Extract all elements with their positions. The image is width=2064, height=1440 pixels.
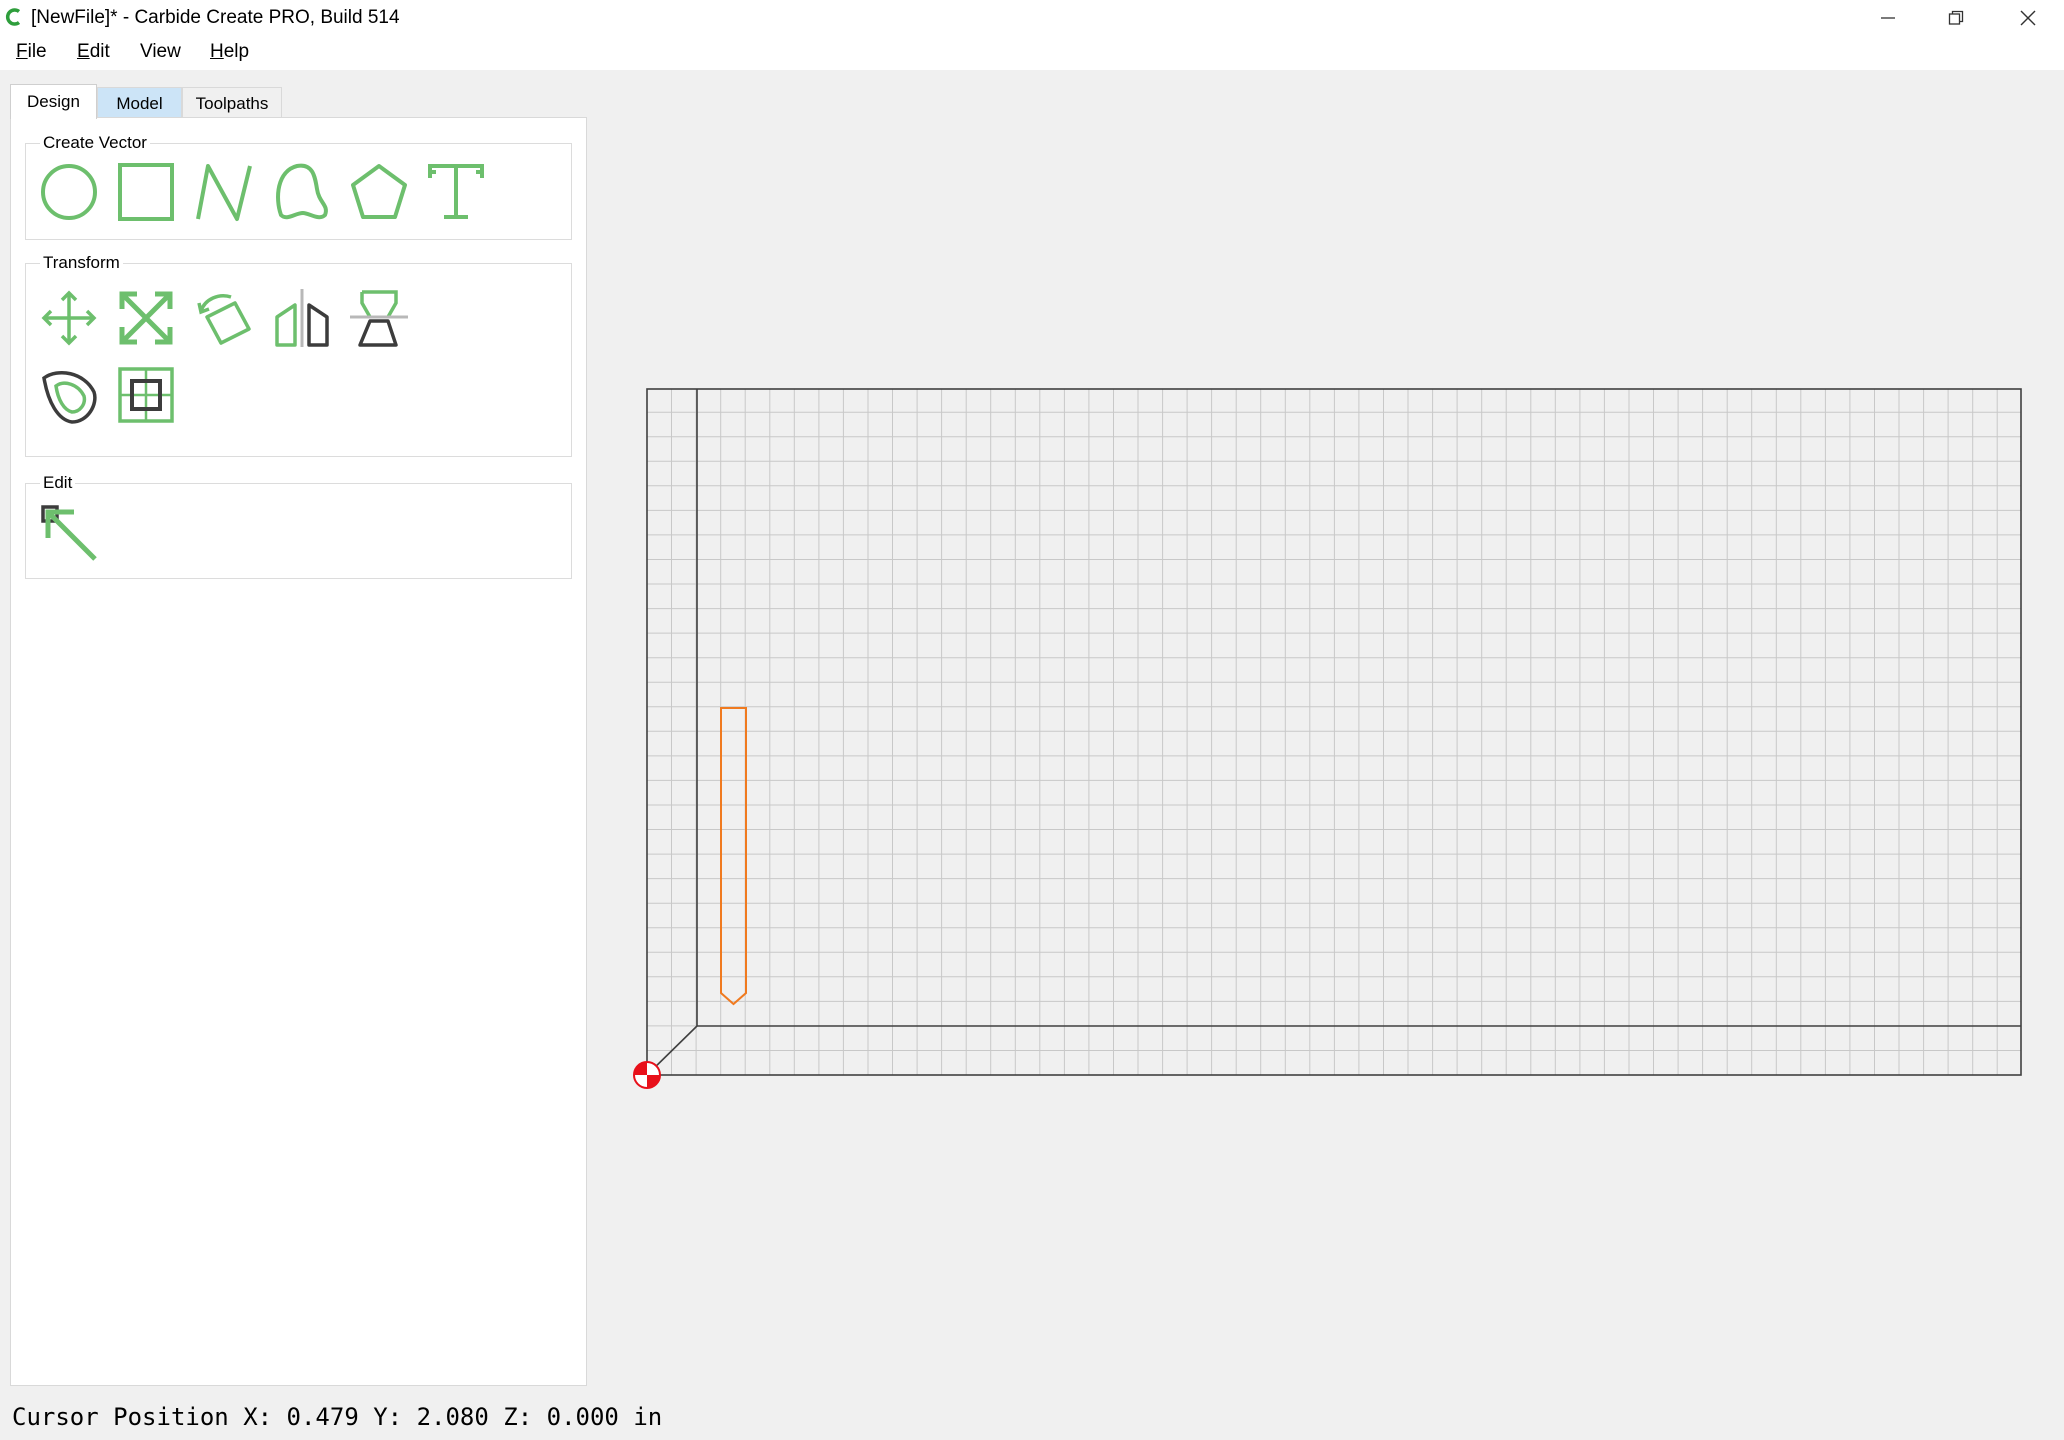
text-tool-button[interactable] bbox=[425, 161, 487, 223]
polyline-tool-button[interactable] bbox=[193, 161, 255, 223]
transform-group: Transform bbox=[25, 252, 572, 457]
grid-lines bbox=[647, 389, 2021, 1075]
status-bar: Cursor Position X: 0.479 Y: 2.080 Z: 0.0… bbox=[0, 1390, 2064, 1440]
menu-help[interactable]: Help bbox=[208, 40, 251, 64]
tab-model[interactable]: Model bbox=[97, 87, 182, 118]
menu-view-label: View bbox=[140, 41, 181, 62]
polygon-tool-icon bbox=[351, 164, 407, 219]
select-tool-button[interactable] bbox=[38, 502, 100, 564]
align-tool-button[interactable] bbox=[348, 287, 410, 349]
scale-icon bbox=[119, 291, 173, 345]
design-canvas[interactable] bbox=[588, 72, 2064, 1390]
mirror-tool-button[interactable] bbox=[271, 287, 333, 349]
menu-file-mnemonic: F bbox=[16, 41, 28, 62]
move-icon bbox=[41, 290, 97, 346]
menu-file-label: ile bbox=[27, 41, 47, 62]
menu-view[interactable]: View bbox=[138, 40, 183, 64]
menu-bar: File Edit View Help bbox=[0, 36, 2064, 70]
menu-help-mnemonic: H bbox=[210, 41, 224, 62]
vector-shape[interactable] bbox=[720, 707, 747, 1006]
menu-edit[interactable]: Edit bbox=[75, 40, 112, 64]
polyline-tool-icon bbox=[196, 164, 252, 221]
node-edit-tool-button[interactable] bbox=[115, 364, 177, 426]
polygon-tool-button[interactable] bbox=[348, 161, 410, 223]
design-panel: Create Vector Transform Edit bbox=[10, 117, 587, 1386]
tab-design[interactable]: Design bbox=[10, 84, 97, 119]
edit-group: Edit bbox=[25, 472, 572, 579]
edit-title: Edit bbox=[40, 472, 76, 494]
restore-icon bbox=[1948, 10, 1964, 25]
carbide-create-logo-icon bbox=[5, 8, 21, 26]
offset-tool-button[interactable] bbox=[38, 364, 100, 426]
restore-button[interactable] bbox=[1922, 0, 1990, 36]
menu-edit-mnemonic: E bbox=[77, 41, 90, 62]
minimize-button[interactable] bbox=[1854, 0, 1922, 36]
curve-tool-button[interactable] bbox=[271, 161, 333, 223]
curve-tool-icon bbox=[276, 163, 328, 220]
rectangle-tool-button[interactable] bbox=[115, 161, 177, 223]
rotate-icon bbox=[197, 294, 251, 345]
rectangle-tool-icon bbox=[118, 163, 174, 221]
design-grid-view[interactable] bbox=[588, 72, 2064, 1390]
move-tool-button[interactable] bbox=[38, 287, 100, 349]
create-vector-title: Create Vector bbox=[40, 132, 150, 154]
mirror-icon bbox=[275, 289, 329, 347]
node-edit-icon bbox=[118, 367, 174, 423]
text-tool-icon bbox=[428, 164, 484, 219]
minimize-icon bbox=[1881, 17, 1895, 19]
title-bar: [NewFile]* - Carbide Create PRO, Build 5… bbox=[0, 0, 2064, 36]
circle-tool-icon bbox=[41, 164, 97, 220]
cursor-position-readout: Cursor Position X: 0.479 Y: 2.080 Z: 0.0… bbox=[12, 1403, 663, 1431]
menu-file[interactable]: File bbox=[14, 40, 49, 64]
rotate-tool-button[interactable] bbox=[193, 287, 255, 349]
tab-toolpaths[interactable]: Toolpaths bbox=[182, 87, 282, 118]
menu-edit-label: dit bbox=[89, 41, 110, 62]
select-icon bbox=[41, 505, 97, 561]
close-icon bbox=[2020, 10, 2036, 26]
close-button[interactable] bbox=[1994, 0, 2062, 36]
window-title: [NewFile]* - Carbide Create PRO, Build 5… bbox=[31, 7, 400, 28]
align-icon bbox=[350, 290, 408, 347]
offset-icon bbox=[42, 370, 97, 424]
origin-marker-icon bbox=[633, 1061, 661, 1089]
menu-help-label: elp bbox=[223, 41, 250, 62]
circle-tool-button[interactable] bbox=[38, 161, 100, 223]
scale-tool-button[interactable] bbox=[115, 287, 177, 349]
transform-title: Transform bbox=[40, 252, 123, 274]
create-vector-group: Create Vector bbox=[25, 132, 572, 240]
